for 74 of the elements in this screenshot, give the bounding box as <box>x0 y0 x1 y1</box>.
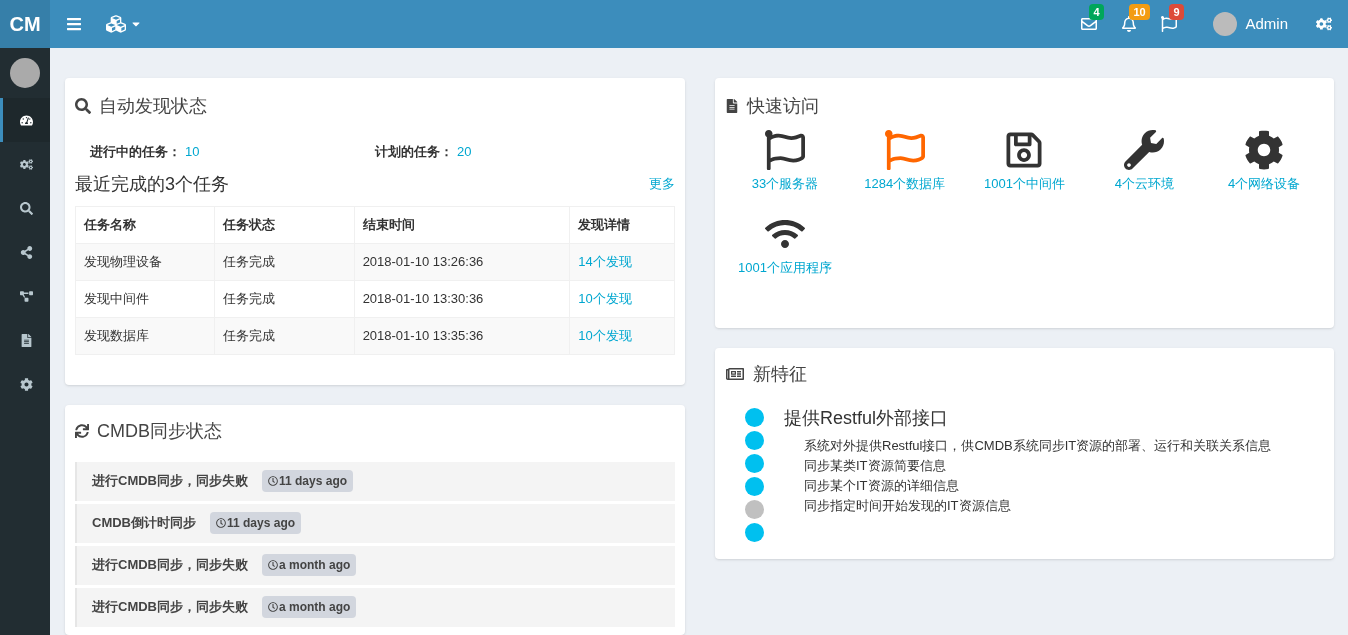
document-icon <box>725 99 739 113</box>
feature-description: 同步某个IT资源的详细信息 <box>804 477 960 495</box>
count-badge: 4 <box>1089 4 1104 20</box>
table-cell: 2018-01-10 13:35:36 <box>354 317 570 354</box>
stat-label: 计划的任务： <box>375 143 453 161</box>
quick-access-link[interactable]: 1001个应用程序 <box>737 257 832 277</box>
more-link[interactable]: 更多 <box>649 174 675 194</box>
time-badge: 11 days ago <box>262 470 354 492</box>
dashboard-icon <box>20 113 33 127</box>
search-icon <box>20 201 33 215</box>
newspaper-icon <box>725 366 745 382</box>
share-icon <box>20 245 33 259</box>
sync-item-text: CMDB倒计时同步 <box>92 514 196 533</box>
details-link[interactable]: 10个发现 <box>569 280 675 317</box>
quick-access-link[interactable]: 1001个中间件 <box>984 174 1065 194</box>
sync-item-text: 进行CMDB同步，同步失败 <box>92 472 248 491</box>
stat-label: 进行中的任务： <box>90 143 181 161</box>
quick-access-link[interactable]: 33个服务器 <box>751 174 819 194</box>
stat-value[interactable]: 20 <box>457 142 472 162</box>
details-link[interactable]: 10个发现 <box>569 317 675 354</box>
table-cell: 发现物理设备 <box>75 243 215 280</box>
table-cell: 2018-01-10 13:26:36 <box>354 243 570 280</box>
section-title: 最近完成的3个任务 <box>75 172 229 196</box>
details-link[interactable]: 14个发现 <box>569 243 675 280</box>
count-badge: 10 <box>1129 4 1150 20</box>
sync-item[interactable]: 进行CMDB同步，同步失败 11 days ago <box>75 461 675 501</box>
gear-icon[interactable] <box>1244 130 1285 170</box>
card-title: 快速访问 <box>747 95 819 118</box>
diagram-icon <box>20 289 33 303</box>
wrench-icon[interactable] <box>1124 130 1165 170</box>
table-cell: 发现数据库 <box>75 317 215 354</box>
table-cell: 任务完成 <box>214 243 355 280</box>
column-header: 发现详情 <box>569 206 675 243</box>
cogs-icon <box>20 157 33 171</box>
quick-access-link[interactable]: 4个云环境 <box>1114 174 1174 194</box>
sync-item-text: 进行CMDB同步，同步失败 <box>92 556 248 575</box>
sync-item-text: 进行CMDB同步，同步失败 <box>92 598 248 617</box>
time-badge: a month ago <box>262 554 357 576</box>
stat-value[interactable]: 10 <box>185 142 200 162</box>
logo[interactable]: CM <box>0 0 50 48</box>
search-icon <box>75 98 91 114</box>
card-title: 自动发现状态 <box>99 95 207 118</box>
feature-description: 同步指定时间开始发现的IT资源信息 <box>804 497 1012 515</box>
avatar <box>10 58 40 88</box>
feature-heading: 提供Restful外部接口 <box>784 407 950 430</box>
feature-description: 系统对外提供Restful接口，供CMDB系统同步IT资源的部署、运行和关联关系信息 <box>804 437 1272 455</box>
document-icon <box>20 333 33 347</box>
column-header: 结束时间 <box>354 206 570 243</box>
settings-icon[interactable] <box>1316 16 1332 32</box>
quick-access-link[interactable]: 1284个数据库 <box>864 174 946 194</box>
sync-item[interactable]: 进行CMDB同步，同步失败 a month ago <box>75 587 675 627</box>
time-badge: a month ago <box>262 596 357 618</box>
table-cell: 发现中间件 <box>75 280 215 317</box>
table-cell: 任务完成 <box>214 280 355 317</box>
settings-icon <box>20 377 33 391</box>
cubes-dropdown-button[interactable] <box>106 14 142 34</box>
table-cell: 任务完成 <box>214 317 355 354</box>
column-header: 任务状态 <box>214 206 355 243</box>
refresh-icon <box>75 423 89 438</box>
table-cell: 2018-01-10 13:30:36 <box>354 280 570 317</box>
card-title: 新特征 <box>753 363 807 386</box>
time-badge: 11 days ago <box>210 512 302 534</box>
count-badge: 9 <box>1169 4 1184 20</box>
card-title: CMDB同步状态 <box>97 419 222 443</box>
cubes-icon <box>106 14 126 34</box>
sync-item[interactable]: 进行CMDB同步，同步失败 a month ago <box>75 545 675 585</box>
user-name[interactable]: Admin <box>1245 12 1288 36</box>
feature-description: 同步某类IT资源简要信息 <box>804 457 947 475</box>
sidebar-item[interactable] <box>0 98 50 142</box>
flag-icon[interactable] <box>764 130 805 170</box>
sync-item[interactable]: CMDB倒计时同步 11 days ago <box>75 503 675 543</box>
quick-access-link[interactable]: 4个网络设备 <box>1227 174 1301 194</box>
menu-toggle-icon[interactable] <box>66 16 82 32</box>
column-header: 任务名称 <box>75 206 215 243</box>
